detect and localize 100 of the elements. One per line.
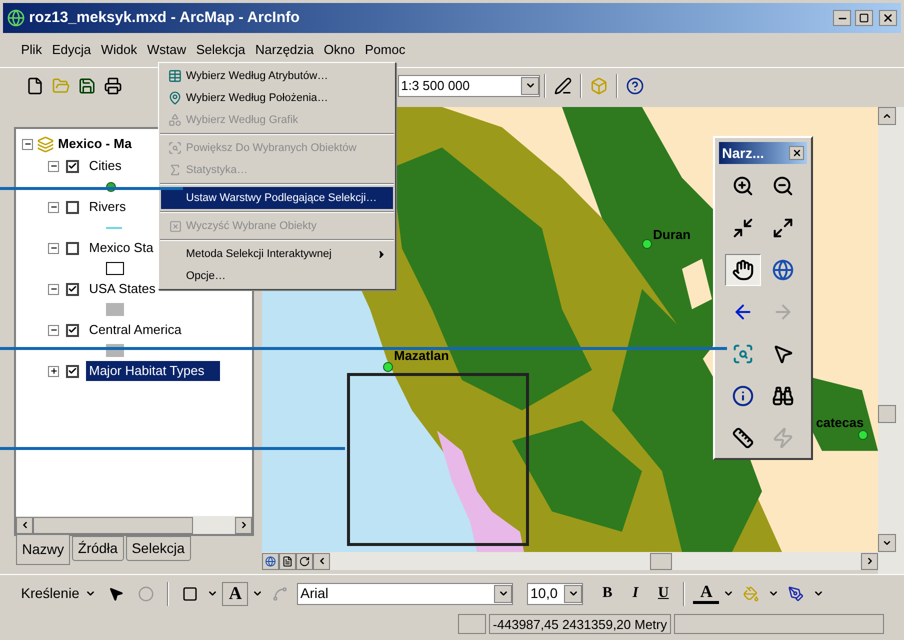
- close-icon: [882, 12, 894, 24]
- font-color-button[interactable]: A: [693, 583, 720, 604]
- scroll-right-button[interactable]: [235, 516, 252, 534]
- arrows-inward-icon: [732, 217, 754, 239]
- menu-item[interactable]: Edycja: [50, 40, 92, 60]
- layer-label[interactable]: Mexico Sta: [86, 238, 156, 258]
- page-icon: [282, 556, 293, 566]
- font-size-combo[interactable]: 10,0: [527, 582, 584, 604]
- menu-option[interactable]: Opcje…: [161, 265, 393, 287]
- expand-toggle[interactable]: [48, 242, 59, 254]
- menu-item[interactable]: Plik: [20, 40, 43, 60]
- scroll-left-button[interactable]: [313, 552, 330, 570]
- italic-button[interactable]: I: [623, 582, 648, 605]
- layer-label[interactable]: Major Habitat Types: [86, 361, 220, 381]
- checkmark-icon: [68, 366, 77, 376]
- table-icon: [168, 69, 182, 83]
- binoculars-icon: [772, 385, 794, 407]
- layer-label[interactable]: USA States: [86, 279, 158, 299]
- lightning-icon: [772, 427, 794, 449]
- expand-toggle[interactable]: [22, 138, 33, 150]
- layer-checkbox[interactable]: [66, 324, 79, 336]
- scale-value: 1:3 500 000: [400, 76, 471, 95]
- expand-toggle[interactable]: [48, 284, 59, 294]
- arrows-outward-icon: [772, 217, 794, 239]
- shapes-icon: [168, 113, 182, 127]
- map-pin-icon: [168, 91, 182, 105]
- layer-checkbox[interactable]: [66, 160, 79, 172]
- maximize-button[interactable]: [855, 10, 873, 26]
- menu-item[interactable]: Pomoc: [364, 40, 406, 60]
- app-globe-icon: [7, 9, 25, 27]
- expand-toggle[interactable]: [48, 324, 59, 336]
- clear-selection-icon: [168, 220, 182, 232]
- ruler-icon: [732, 427, 754, 449]
- help-icon: [626, 76, 644, 94]
- paint-bucket-icon: [743, 586, 760, 602]
- layer-label[interactable]: Cities: [86, 156, 125, 176]
- scroll-thumb[interactable]: [33, 516, 193, 534]
- close-button[interactable]: [879, 10, 897, 26]
- layer-checkbox[interactable]: [66, 200, 79, 214]
- maximize-icon: [859, 13, 869, 23]
- menu-item[interactable]: Narzędzia: [254, 40, 315, 60]
- zoom-in-icon: [732, 175, 754, 197]
- zoom-selection-icon: [168, 141, 182, 155]
- drawing-menu-button[interactable]: Kreślenie: [18, 583, 100, 604]
- scroll-thumb[interactable]: [650, 552, 672, 570]
- layer-label[interactable]: Rivers: [86, 197, 129, 217]
- menu-option[interactable]: Metoda Selekcji Interaktywnej: [161, 243, 393, 265]
- city-label: catecas: [816, 414, 864, 432]
- panel-tab[interactable]: Nazwy: [16, 535, 70, 565]
- scroll-thumb[interactable]: [878, 405, 896, 423]
- font-combo[interactable]: Arial: [297, 582, 514, 604]
- city-label: Mazatlan: [394, 347, 449, 365]
- layer-checkbox[interactable]: [66, 282, 79, 296]
- expand-toggle[interactable]: [48, 202, 59, 212]
- globe-icon: [265, 556, 276, 566]
- data-view-button[interactable]: [262, 552, 279, 570]
- menu-option[interactable]: Wybierz Według Atrybutów…: [161, 65, 393, 87]
- minimize-button[interactable]: [833, 10, 851, 26]
- circle-icon: [138, 586, 154, 602]
- close-icon: [792, 148, 802, 158]
- checkmark-icon: [68, 284, 77, 294]
- coordinates-readout: -443987,45 2431359,20 Metry: [488, 614, 671, 634]
- status-panel: [458, 614, 486, 634]
- menu-option[interactable]: Ustaw Warstwy Podlegające Selekcji…: [161, 187, 393, 209]
- underline-button[interactable]: U: [651, 582, 676, 605]
- layer-checkbox[interactable]: [66, 364, 79, 378]
- checkmark-icon: [68, 325, 77, 335]
- scale-combo[interactable]: 1:3 500 000: [398, 74, 540, 96]
- close-button[interactable]: [789, 146, 804, 160]
- expand-toggle[interactable]: [48, 160, 59, 172]
- scroll-right-button[interactable]: [861, 552, 878, 570]
- zoom-out-icon: [772, 175, 794, 197]
- scroll-up-button[interactable]: [878, 107, 896, 125]
- panel-tab[interactable]: Źródła: [72, 536, 124, 561]
- menu-option[interactable]: Wybierz Według Położenia…: [161, 87, 393, 109]
- panel-tab[interactable]: Selekcja: [126, 536, 191, 561]
- menu-item[interactable]: Okno: [322, 40, 356, 60]
- layers-icon: [37, 136, 54, 152]
- layer-label[interactable]: Central America: [86, 320, 184, 340]
- expand-toggle[interactable]: [48, 366, 59, 376]
- scroll-left-button[interactable]: [16, 516, 33, 534]
- pointer-icon: [772, 343, 794, 365]
- layer-checkbox[interactable]: [66, 242, 79, 254]
- font-name: Arial: [299, 584, 330, 603]
- text-button[interactable]: A: [222, 582, 248, 606]
- city-label: Duran: [653, 226, 691, 244]
- menu-item[interactable]: Selekcja: [195, 40, 246, 60]
- menu-item[interactable]: Widok: [100, 40, 138, 60]
- palette-title: Narz...: [722, 144, 766, 162]
- menu-item[interactable]: Wstaw: [146, 40, 188, 60]
- printer-icon: [104, 76, 122, 94]
- checkmark-icon: [68, 161, 77, 171]
- curve-icon: [272, 586, 288, 602]
- layout-view-button[interactable]: [279, 552, 296, 570]
- refresh-button[interactable]: [296, 552, 313, 570]
- scroll-down-button[interactable]: [878, 534, 896, 552]
- window-title: roz13_meksyk.mxd - ArcMap - ArcInfo: [29, 8, 300, 28]
- hand-tool[interactable]: [725, 254, 761, 286]
- bold-button[interactable]: B: [595, 582, 620, 605]
- data-frame-label[interactable]: Mexico - Ma: [58, 134, 132, 154]
